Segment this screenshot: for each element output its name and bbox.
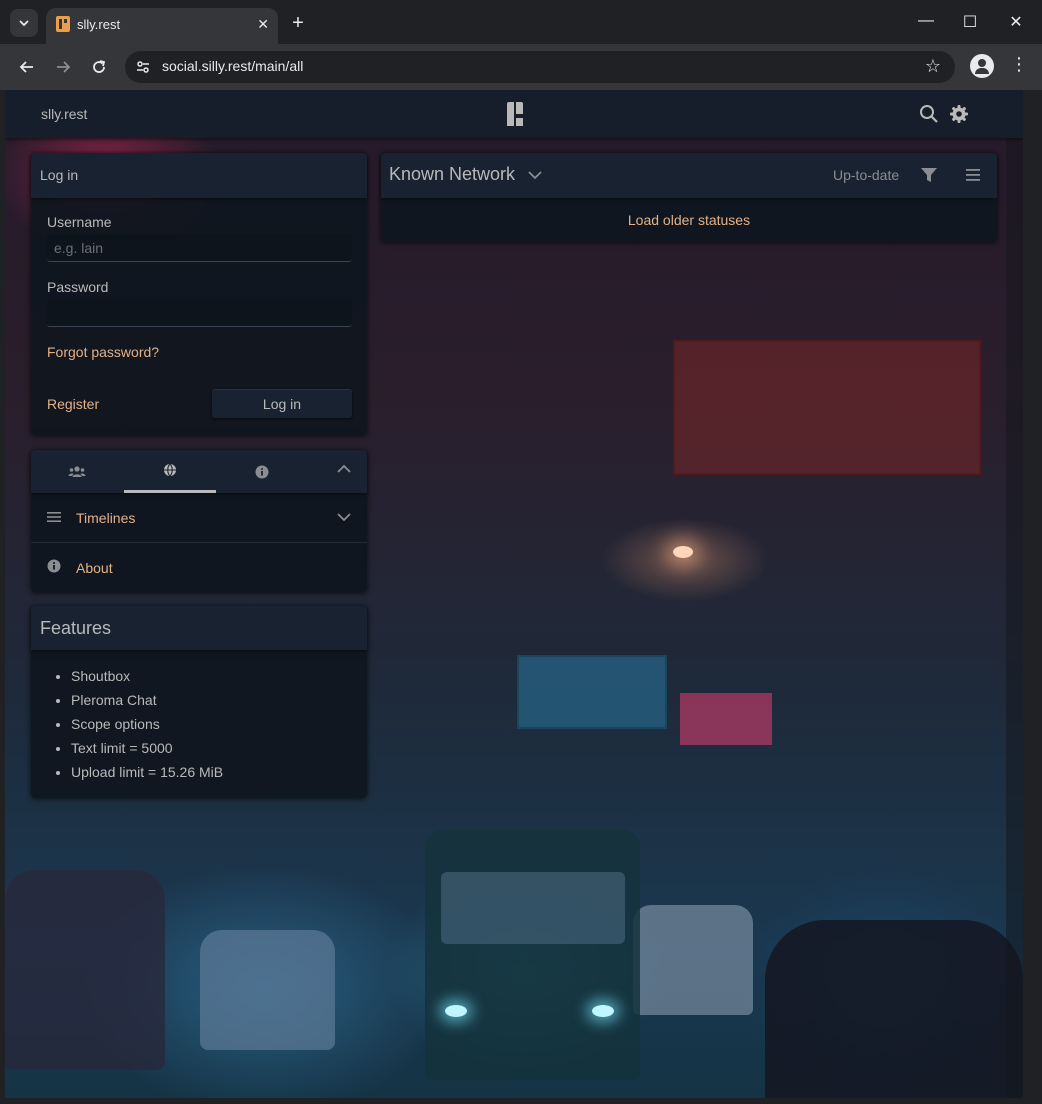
browser-toolbar: social.silly.rest/main/all ☆ ⋮ [0, 44, 1042, 90]
list-item: Scope options [71, 715, 223, 739]
back-button[interactable] [15, 55, 39, 79]
street-lamp [673, 546, 693, 558]
load-older-statuses-link[interactable]: Load older statuses [381, 212, 997, 228]
instance-title[interactable]: slly.rest [41, 106, 87, 122]
password-field[interactable] [47, 299, 352, 326]
background-car [5, 870, 165, 1070]
info-icon [255, 465, 269, 478]
list-item: Text limit = 5000 [71, 739, 223, 763]
headlight [592, 1005, 614, 1017]
chevron-down-icon[interactable] [337, 512, 351, 522]
arrow-left-icon [19, 61, 33, 73]
url-text: social.silly.rest/main/all [162, 58, 304, 74]
timeline-title[interactable]: Known Network [389, 164, 515, 185]
browser-tab[interactable]: slly.rest ✕ [46, 8, 278, 44]
tab-close-icon[interactable]: ✕ [257, 16, 269, 33]
password-label: Password [47, 279, 109, 295]
site-info-icon[interactable] [135, 59, 151, 75]
background-car [633, 905, 753, 1015]
features-panel: Features Shoutbox Pleroma Chat Scope opt… [31, 606, 367, 798]
list-item: Shoutbox [71, 667, 223, 691]
bookmark-star-icon[interactable]: ☆ [925, 56, 941, 77]
forward-button[interactable] [51, 55, 75, 79]
gear-icon[interactable] [949, 104, 969, 124]
tab-search-button[interactable] [10, 9, 38, 37]
page-viewport: slly.rest Log in Username Password [5, 90, 1023, 1098]
list-item: Upload limit = 15.26 MiB [71, 763, 223, 787]
register-link[interactable]: Register [47, 396, 99, 412]
address-bar[interactable]: social.silly.rest/main/all ☆ [125, 51, 955, 83]
tab-title: slly.rest [77, 17, 121, 32]
username-field-wrap [47, 234, 352, 262]
timeline-header: Known Network Up-to-date [381, 153, 997, 198]
chevron-up-icon[interactable] [337, 464, 351, 474]
arrow-right-icon [57, 61, 71, 73]
scrollbar[interactable] [1006, 90, 1023, 1098]
bars-icon [47, 512, 61, 522]
filter-icon[interactable] [919, 165, 939, 185]
nav-panel-header [31, 450, 367, 493]
background-bus-window [441, 872, 625, 944]
chevron-down-icon [19, 20, 29, 27]
tab-info[interactable] [216, 450, 308, 493]
features-list: Shoutbox Pleroma Chat Scope options Text… [71, 667, 223, 787]
background-crowd [765, 920, 1023, 1098]
login-panel: Log in Username Password Forgot password… [31, 153, 367, 435]
background-sign-blue [517, 655, 667, 729]
maximize-button[interactable]: ☐ [960, 12, 980, 32]
background-car [200, 930, 335, 1050]
login-heading: Log in [40, 167, 79, 183]
browser-chrome: slly.rest ✕ + — ☐ ✕ social.silly.rest/ma… [0, 0, 1042, 90]
forgot-password-link[interactable]: Forgot password? [47, 344, 159, 360]
users-icon [68, 465, 86, 477]
password-field-wrap [47, 299, 352, 327]
nav-panel: Timelines About [31, 450, 367, 592]
list-item: Pleroma Chat [71, 691, 223, 715]
features-panel-header: Features [31, 606, 367, 650]
menu-icon[interactable] [963, 165, 983, 185]
reload-icon [93, 60, 106, 73]
close-window-button[interactable]: ✕ [1006, 12, 1026, 32]
username-field[interactable] [47, 234, 352, 261]
profile-icon[interactable] [970, 54, 994, 78]
minimize-button[interactable]: — [916, 12, 936, 30]
browser-menu-icon[interactable]: ⋮ [1010, 54, 1028, 75]
headlight [445, 1005, 467, 1017]
timeline-panel: Known Network Up-to-date Load older stat… [381, 153, 997, 242]
timeline-status: Up-to-date [833, 167, 900, 183]
search-icon[interactable] [919, 104, 939, 124]
app-header: slly.rest [5, 90, 1023, 138]
login-button[interactable]: Log in [212, 389, 352, 418]
background-sign [673, 340, 981, 475]
nav-item-label: Timelines [76, 510, 136, 526]
tab-strip: slly.rest ✕ + — ☐ ✕ [0, 0, 1042, 44]
pleroma-logo-icon[interactable] [507, 102, 523, 126]
tab-public[interactable] [124, 450, 216, 493]
nav-item-about[interactable]: About [31, 543, 367, 592]
tab-users[interactable] [31, 450, 123, 493]
favicon-icon [56, 16, 70, 32]
background-sign-red [680, 693, 772, 745]
globe-icon [164, 463, 176, 477]
info-circle-icon [47, 559, 61, 573]
features-heading: Features [40, 618, 112, 638]
background-bus [425, 830, 640, 1080]
new-tab-button[interactable]: + [286, 9, 310, 37]
nav-item-timelines[interactable]: Timelines [31, 493, 367, 542]
chevron-down-icon[interactable] [527, 167, 543, 183]
reload-button[interactable] [87, 55, 111, 79]
nav-item-label: About [76, 560, 113, 576]
login-panel-header: Log in [31, 153, 367, 198]
username-label: Username [47, 214, 112, 230]
